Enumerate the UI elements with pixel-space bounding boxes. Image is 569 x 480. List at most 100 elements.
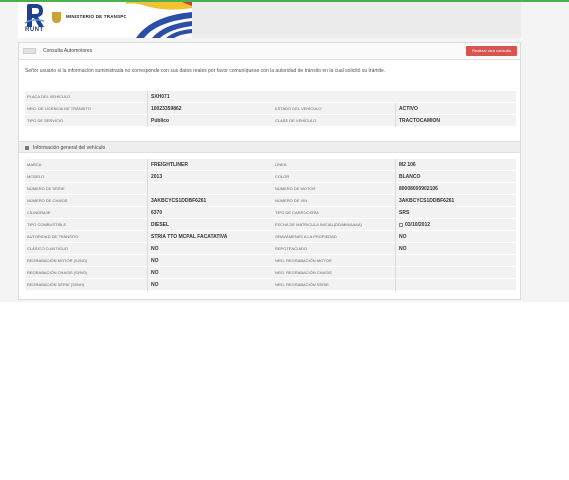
column-divider xyxy=(395,231,396,243)
column-divider xyxy=(395,115,396,127)
field-value: Público xyxy=(151,118,170,124)
column-divider xyxy=(395,267,396,279)
field-value: TRACTOCAMION xyxy=(399,118,441,124)
logo-banner: RUNT MINISTERIO DE TRANSPORTE xyxy=(18,2,192,38)
general-info-table: MARCA FREIGHTLINER LÍNEA M2 106 MODELO 2013 CO… xyxy=(25,159,516,291)
column-divider xyxy=(395,219,396,231)
column-divider xyxy=(147,207,148,219)
new-query-button[interactable]: Realizar otra consulta xyxy=(466,46,517,56)
table-row: PLACA DEL VEHÍCULO SXH071 xyxy=(25,91,516,103)
runt-label: RUNT xyxy=(25,27,44,33)
field-label: NÚMERO DE SERIE xyxy=(27,186,65,191)
field-value: SXH071 xyxy=(151,94,170,100)
column-divider xyxy=(147,219,148,231)
field-value: 6370 xyxy=(151,210,163,216)
field-value: ACTIVO xyxy=(399,106,418,112)
table-row: NRO. DE LICENCIA DE TRÁNSITO 10023359862… xyxy=(25,103,516,115)
column-divider xyxy=(147,195,148,207)
field-label: NÚMERO DE MOTOR xyxy=(275,186,316,191)
field-label: PLACA DEL VEHÍCULO xyxy=(27,94,71,99)
table-row: CLÁSICO O ANTIGUO NO REPOTENCIADO NO xyxy=(25,243,516,255)
field-label: LÍNEA xyxy=(275,162,287,167)
panel-toolbar: Consulta Automotores Realizar otra consu… xyxy=(19,43,520,60)
general-info-section-header[interactable]: Información general del vehículo xyxy=(19,141,520,153)
field-label: REGRABACIÓN MOTOR (SI/NO) xyxy=(27,258,88,263)
field-label: MODELO xyxy=(27,174,45,179)
column-divider xyxy=(147,255,148,267)
collapse-button[interactable] xyxy=(23,48,36,54)
collapse-icon[interactable] xyxy=(25,146,29,150)
field-label: NÚMERO DE CHASIS xyxy=(27,198,68,203)
field-label: REPOTENCIADO xyxy=(275,246,308,251)
field-value: M2 106 xyxy=(399,162,416,168)
column-divider xyxy=(395,183,396,195)
table-row: NÚMERO DE SERIE NÚMERO DE MOTOR 8000800090… xyxy=(25,183,516,195)
field-value: DIESEL xyxy=(151,222,170,228)
column-divider xyxy=(147,183,148,195)
column-divider xyxy=(147,231,148,243)
field-label: NRO. REGRABACIÓN CHASIS xyxy=(275,270,332,275)
field-label: NRO. REGRABACIÓN MOTOR xyxy=(275,258,332,263)
field-value: NO xyxy=(399,234,407,240)
column-divider xyxy=(395,279,396,291)
field-label: CLASE DE VEHÍCULO xyxy=(275,118,317,123)
table-row: TIPO DE SERVICIO Público CLASE DE VEHÍCU… xyxy=(25,115,516,127)
field-label: AUTORIDAD DE TRÁNSITO xyxy=(27,234,79,239)
summary-table: PLACA DEL VEHÍCULO SXH071 NRO. DE LICENC… xyxy=(25,91,516,127)
column-divider xyxy=(395,255,396,267)
field-label: CLÁSICO O ANTIGUO xyxy=(27,246,68,251)
field-label: REGRABACIÓN SERIE (SI/NO) xyxy=(27,282,85,287)
consultation-panel: Consulta Automotores Realizar otra consu… xyxy=(18,42,521,300)
field-label: NRO. REGRABACIÓN SERIE xyxy=(275,282,329,287)
column-divider xyxy=(147,103,148,115)
field-value: NO xyxy=(151,258,159,264)
field-label: FECHA DE MATRICULA INICIAL(DD/MM/AAAA) xyxy=(275,222,362,227)
table-row: TIPO COMBUSTIBLE DIESEL FECHA DE MATRICULA… xyxy=(25,219,516,231)
field-label: CILINDRAJE xyxy=(27,210,51,215)
field-label: REGRABACIÓN CHASIS (SI/NO) xyxy=(27,270,88,275)
field-value: SRS xyxy=(399,210,410,216)
table-row: MARCA FREIGHTLINER LÍNEA M2 106 xyxy=(25,159,516,171)
field-value: 3AKBCYCS1DDBF6261 xyxy=(399,198,455,204)
field-value: STRIA TTO MCPAL FACATATIVA xyxy=(151,234,228,240)
field-label: TIPO DE CARROCERÍA xyxy=(275,210,319,215)
field-value: BLANCO xyxy=(399,174,421,180)
field-label: TIPO COMBUSTIBLE xyxy=(27,222,67,227)
field-label: NÚMERO DE VIN xyxy=(275,198,308,203)
field-value: FREIGHTLINER xyxy=(151,162,188,168)
column-divider xyxy=(147,115,148,127)
panel-title: Consulta Automotores xyxy=(43,48,93,54)
table-row: REGRABACIÓN SERIE (SI/NO) NO NRO. REGRABAC… xyxy=(25,279,516,291)
field-value: 2013 xyxy=(151,174,163,180)
column-divider xyxy=(147,267,148,279)
column-divider xyxy=(147,91,148,103)
field-label: ESTADO DEL VEHÍCULO xyxy=(275,106,322,111)
table-row: MODELO 2013 COLOR BLANCO xyxy=(25,171,516,183)
field-value: NO xyxy=(151,282,159,288)
field-value: 03/10/2012 xyxy=(399,219,430,231)
table-row: AUTORIDAD DE TRÁNSITO STRIA TTO MCPAL FAC… xyxy=(25,231,516,243)
page-header: RUNT MINISTERIO DE TRANSPORTE xyxy=(18,2,521,38)
field-label: NRO. DE LICENCIA DE TRÁNSITO xyxy=(27,106,91,111)
calendar-icon xyxy=(399,222,403,227)
field-label: TIPO DE SERVICIO xyxy=(27,118,64,123)
column-divider xyxy=(395,243,396,255)
decorative-waves xyxy=(126,2,192,38)
table-row: REGRABACIÓN CHASIS (SI/NO) NO NRO. REGRABA… xyxy=(25,267,516,279)
notice-text: Señor usuario si la información suminist… xyxy=(25,68,386,74)
field-value: 10023359862 xyxy=(151,106,182,112)
column-divider xyxy=(395,171,396,183)
column-divider xyxy=(395,207,396,219)
field-label: MARCA xyxy=(27,162,42,167)
field-value: NO xyxy=(151,246,159,252)
field-label: COLOR xyxy=(275,174,290,179)
field-label: GRAVÁMENES A LA PROPIEDAD xyxy=(275,234,337,239)
column-divider xyxy=(147,243,148,255)
section-title: Información general del vehículo xyxy=(33,145,106,151)
field-value: NO xyxy=(399,246,407,252)
column-divider xyxy=(147,171,148,183)
field-value: NO xyxy=(151,270,159,276)
table-row: NÚMERO DE CHASIS 3AKBCYCS1DDBF6261 NÚMERO … xyxy=(25,195,516,207)
column-divider xyxy=(147,279,148,291)
field-value: 3AKBCYCS1DDBF6261 xyxy=(151,198,207,204)
